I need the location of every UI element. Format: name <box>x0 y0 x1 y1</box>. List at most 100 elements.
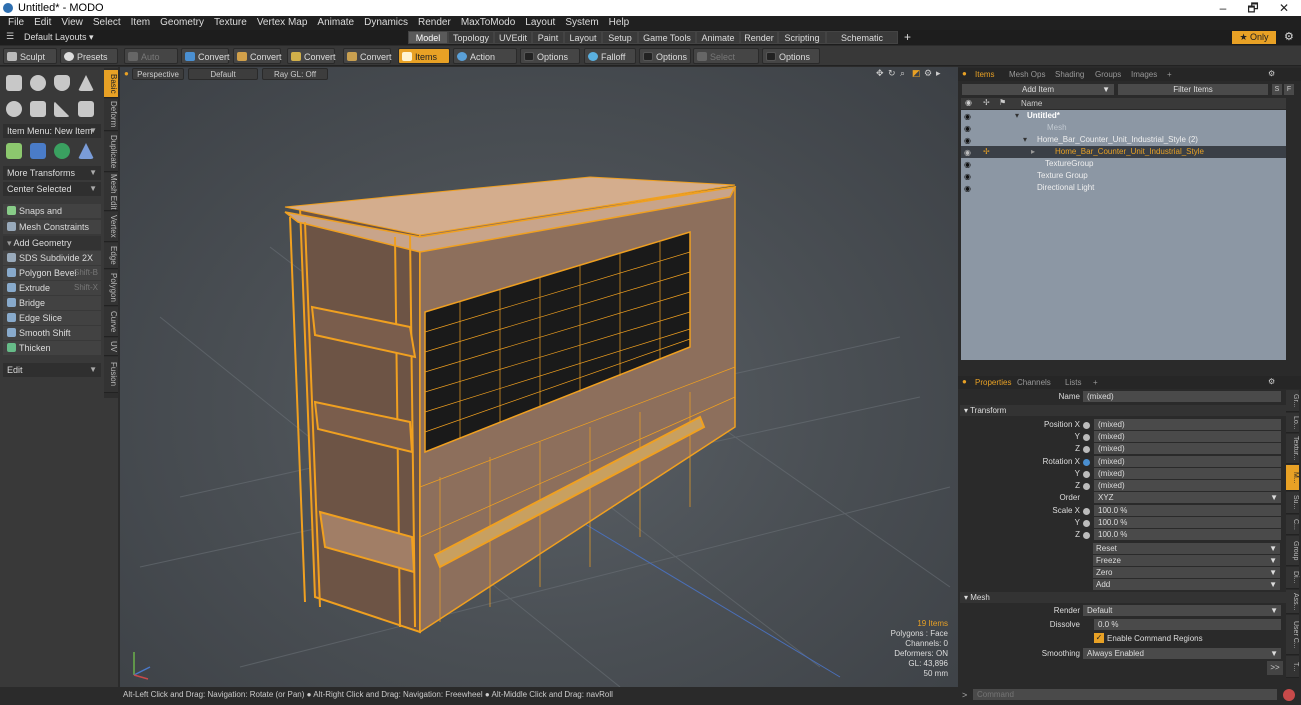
fit-icon[interactable]: ◩ <box>912 68 921 79</box>
position-x-field[interactable]: (mixed) <box>1094 419 1281 430</box>
menu-dynamics[interactable]: Dynamics <box>364 16 408 30</box>
menu-item[interactable]: Item <box>131 16 150 30</box>
scale-y-dot[interactable] <box>1083 520 1090 527</box>
tab-items[interactable]: Items <box>972 68 998 81</box>
mesh-section-header[interactable]: ▾ Mesh <box>960 592 1286 603</box>
render-dropdown[interactable]: Default ▼ <box>1083 605 1281 616</box>
outliner-row-scene[interactable]: ◉ ▾ Untitled* <box>961 110 1286 122</box>
globe-tool-icon[interactable] <box>54 143 70 159</box>
tab-images[interactable]: Images <box>1128 68 1160 81</box>
sds-subdivide-button[interactable]: SDS Subdivide 2X <box>3 251 101 265</box>
position-x-dot[interactable] <box>1083 422 1090 429</box>
viewport-settings-gear-icon[interactable]: ⚙ <box>924 68 932 79</box>
tab-channels[interactable]: Channels <box>1014 376 1054 389</box>
tab-scripting[interactable]: Scripting <box>778 31 826 44</box>
vtab-polygon[interactable]: Polygon <box>104 270 118 306</box>
outliner-row-texturegroup[interactable]: ◉ TextureGroup <box>961 158 1286 170</box>
outliner-options-gear-icon[interactable]: ⚙ <box>1268 69 1275 78</box>
reset-dropdown[interactable]: Reset ▼ <box>1093 543 1280 554</box>
3d-viewport[interactable]: 19 Items Polygons : Face Channels: 0 Def… <box>120 67 958 687</box>
thicken-button[interactable]: Thicken <box>3 341 101 355</box>
tab-render[interactable]: Render <box>740 31 778 44</box>
item-menu-dropdown[interactable]: Item Menu: New Item ▼ <box>3 124 101 138</box>
snaps-and-precision-button[interactable]: Snaps and Precision <box>3 204 101 230</box>
outliner-row-group[interactable]: ◉ ▾ Home_Bar_Counter_Unit_Industrial_Sty… <box>961 134 1286 146</box>
extrude-button[interactable]: Extrude Shift-X <box>3 281 101 295</box>
convert-materials-button[interactable]: Convert <box>343 48 392 64</box>
side-tab-c[interactable]: C... <box>1286 515 1299 535</box>
default-layouts-dropdown[interactable]: Default Layouts ▾ <box>24 32 94 43</box>
items-mode-button[interactable]: Items <box>398 48 450 64</box>
pan-icon[interactable]: ✥ <box>876 68 884 79</box>
cone-icon[interactable] <box>78 75 94 91</box>
vtab-fusion[interactable]: Fusion <box>104 357 118 393</box>
vtab-mesh-edit[interactable]: Mesh Edit <box>104 173 118 211</box>
dissolve-field[interactable]: 0.0 % <box>1094 619 1281 630</box>
tab-animate[interactable]: Animate <box>696 31 740 44</box>
menu-vertex-map[interactable]: Vertex Map <box>257 16 308 30</box>
convert-edges-button[interactable]: Convert <box>233 48 282 64</box>
vtab-curve[interactable]: Curve <box>104 307 118 337</box>
menu-texture[interactable]: Texture <box>214 16 247 30</box>
deform-tool-icon[interactable] <box>6 143 22 159</box>
tab-properties[interactable]: Properties <box>972 376 1014 389</box>
outliner-empty-area[interactable] <box>961 194 1286 360</box>
raygl-toggle[interactable]: Ray GL: Off <box>262 68 328 80</box>
add-outliner-tab[interactable]: + <box>1164 68 1175 81</box>
lock-icon[interactable]: ✢ <box>983 146 990 158</box>
tab-paint[interactable]: Paint <box>532 31 564 44</box>
add-tab-button[interactable]: + <box>904 30 911 44</box>
falloff-options-button[interactable]: Options <box>639 48 691 64</box>
expand-arrow-icon[interactable]: ▸ <box>1031 146 1035 158</box>
position-y-dot[interactable] <box>1083 434 1090 441</box>
position-z-dot[interactable] <box>1083 446 1090 453</box>
side-tab-user-c[interactable]: User C... <box>1286 615 1299 655</box>
viewport-expand-icon[interactable]: ▸ <box>936 68 941 79</box>
name-column-header[interactable]: Name <box>1021 99 1042 108</box>
vtab-vertex[interactable]: Vertex <box>104 212 118 242</box>
smoothing-dropdown[interactable]: Always Enabled ▼ <box>1083 648 1281 659</box>
grid-tool-icon[interactable] <box>30 143 46 159</box>
side-tab-texture[interactable]: Textur... <box>1286 434 1299 464</box>
tab-shading[interactable]: Shading <box>1052 68 1087 81</box>
menu-file[interactable]: File <box>8 16 24 30</box>
panel-menu-icon[interactable]: ● <box>962 377 967 386</box>
tab-layout[interactable]: Layout <box>564 31 602 44</box>
scale-x-dot[interactable] <box>1083 508 1090 515</box>
position-z-field[interactable]: (mixed) <box>1094 443 1281 454</box>
outliner-row-mesh[interactable]: ◉ Mesh <box>961 122 1286 134</box>
center-selected-dropdown[interactable]: Center Selected ▼ <box>3 182 101 196</box>
outliner-row-light[interactable]: ◉ Directional Light <box>961 182 1286 194</box>
tab-topology[interactable]: Topology <box>448 31 494 44</box>
close-button[interactable]: ✕ <box>1267 0 1301 16</box>
presets-button[interactable]: Presets F6 <box>60 48 118 78</box>
side-tab-t[interactable]: T... <box>1286 656 1299 678</box>
zero-dropdown[interactable]: Zero ▼ <box>1093 567 1280 578</box>
panel-menu-icon[interactable]: ● <box>962 69 967 78</box>
falloff-button[interactable]: Falloff <box>584 48 636 64</box>
outliner-row-selected-mesh[interactable]: ◉ ✢ ▸ Home_Bar_Counter_Unit_Industrial_S… <box>961 146 1286 158</box>
rotation-y-dot[interactable] <box>1083 471 1090 478</box>
smooth-shift-button[interactable]: Smooth Shift <box>3 326 101 340</box>
auto-select-button[interactable]: Auto Select <box>124 48 178 78</box>
menu-system[interactable]: System <box>565 16 598 30</box>
more-transforms-dropdown[interactable]: More Transforms ▼ <box>3 166 101 180</box>
side-tab-m[interactable]: M... <box>1286 465 1299 491</box>
tab-model[interactable]: Model <box>408 31 448 44</box>
default-shading-button[interactable]: Default <box>188 68 258 80</box>
rotation-z-dot[interactable] <box>1083 483 1090 490</box>
minimize-button[interactable]: – <box>1206 0 1240 16</box>
bridge-button[interactable]: Bridge <box>3 296 101 310</box>
add-item-dropdown[interactable]: Add Item ▼ <box>962 84 1114 95</box>
menu-maxtomodo[interactable]: MaxToModo <box>461 16 515 30</box>
menu-layout[interactable]: Layout <box>525 16 555 30</box>
action-center-options-button[interactable]: Options <box>520 48 580 64</box>
rotation-x-dot[interactable] <box>1083 459 1090 466</box>
freeze-dropdown[interactable]: Freeze ▼ <box>1093 555 1280 566</box>
capsule-icon[interactable] <box>30 101 46 117</box>
menu-edit[interactable]: Edit <box>34 16 51 30</box>
side-tab-lo[interactable]: Lo... <box>1286 413 1299 433</box>
only-toggle[interactable]: ★ Only <box>1232 31 1276 44</box>
search-icon[interactable]: S <box>1272 84 1282 95</box>
transform-section-header[interactable]: ▾ Transform <box>960 405 1286 416</box>
